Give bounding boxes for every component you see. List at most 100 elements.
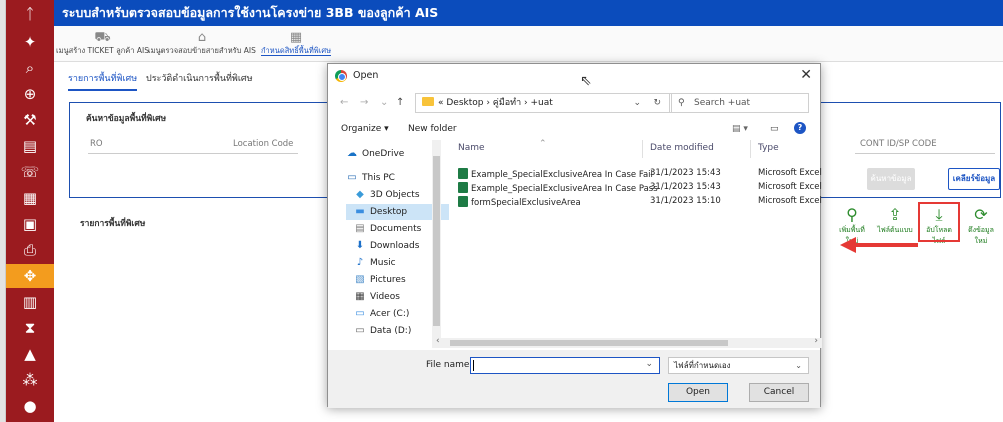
recent-dropdown-icon[interactable]: ⌄ bbox=[380, 97, 388, 108]
location-code-field[interactable]: Location Code bbox=[233, 139, 293, 149]
home-icon: ⌂ bbox=[197, 30, 207, 45]
open-file-dialog: Open ✕ ← → ⌄ ↑ « Desktop › คู่มือทำ › +u… bbox=[327, 63, 822, 408]
view-options-icon[interactable]: ▤ ▾ bbox=[732, 124, 748, 134]
help-icon[interactable]: ? bbox=[794, 122, 806, 134]
file-name: formSpecialExclusiveArea bbox=[471, 198, 581, 208]
template-file-button[interactable]: ⇪ ไฟล์ต้นแบบ bbox=[876, 205, 914, 236]
address-bar[interactable]: « Desktop › คู่มือทำ › +uat ⌄ ↻ bbox=[415, 93, 672, 113]
sidebar-settings-icon[interactable]: ● bbox=[6, 394, 54, 418]
search-button[interactable]: ค้นหาข้อมูล bbox=[867, 168, 915, 190]
desktop-icon: ▬ bbox=[355, 206, 365, 217]
search-icon: ⚲ bbox=[678, 98, 685, 108]
logo-icon[interactable]: ᛏ bbox=[6, 2, 54, 26]
file-row[interactable]: Example_SpecialExclusiveArea In Case Fai… bbox=[442, 167, 822, 181]
address-dropdown-icon[interactable]: ⌄ bbox=[633, 94, 641, 112]
dialog-search-input[interactable]: ⚲ Search +uat bbox=[669, 93, 809, 113]
sidebar-hourglass-icon[interactable]: ⧗ bbox=[6, 316, 54, 340]
area-icon: ▦ bbox=[289, 30, 303, 45]
new-folder-button[interactable]: New folder bbox=[408, 124, 457, 134]
column-separator bbox=[750, 140, 751, 158]
sidebar-building-icon[interactable]: ▲ bbox=[6, 342, 54, 366]
computer-icon: ▭ bbox=[347, 172, 357, 183]
excel-icon bbox=[458, 182, 468, 193]
file-list-scrollbar[interactable]: ‹ › bbox=[432, 336, 822, 348]
cont-id-field[interactable]: CONT ID/SP CODE bbox=[860, 139, 937, 149]
nav-item-3d-objects-label: 3D Objects bbox=[370, 190, 420, 200]
sidebar-archive-icon[interactable]: ▤ bbox=[6, 134, 54, 158]
sidebar-location-search-icon[interactable]: ⊕ bbox=[6, 82, 54, 106]
sidebar-monitor-icon[interactable]: ▥ bbox=[6, 290, 54, 314]
dialog-title: Open bbox=[353, 70, 379, 81]
scroll-left-icon[interactable]: ‹ bbox=[436, 336, 440, 346]
column-header-type[interactable]: Type bbox=[758, 143, 779, 153]
menu-line-check[interactable]: ⌂ เมนูตรวจสอบข้ายสายสำหรับ AIS bbox=[148, 30, 256, 57]
file-type-select[interactable]: ไฟล์ที่กำหนดเอง ⌄ bbox=[668, 357, 809, 374]
refresh-label: ดึงข้อมูลใหม่ bbox=[968, 226, 994, 245]
file-list-scroll-thumb[interactable] bbox=[450, 340, 728, 346]
close-icon[interactable]: ✕ bbox=[800, 67, 812, 83]
nav-pane-scrollbar[interactable] bbox=[432, 140, 441, 340]
open-button[interactable]: Open bbox=[668, 383, 728, 402]
nav-item-this-pc-label: This PC bbox=[362, 173, 395, 183]
menu-special-area[interactable]: ▦ กำหนดสิทธิ์พื้นที่พิเศษ bbox=[261, 30, 332, 57]
file-name-label: File name: bbox=[426, 360, 473, 370]
preview-pane-icon[interactable]: ▭ bbox=[770, 124, 779, 134]
file-list: Name ⌃ Date modified Type Example_Specia… bbox=[442, 139, 822, 340]
sidebar-tools-icon[interactable]: ⚒ bbox=[6, 108, 54, 132]
drive-icon: ▭ bbox=[355, 308, 365, 319]
red-arrow-icon bbox=[840, 237, 918, 253]
file-name-dropdown-icon[interactable]: ⌄ bbox=[645, 359, 653, 369]
tab-special-area-list[interactable]: รายการพื้นที่พิเศษ bbox=[68, 71, 138, 91]
cube-icon: ◆ bbox=[356, 189, 364, 200]
organize-menu[interactable]: Organize ▾ bbox=[341, 124, 389, 134]
column-header-date[interactable]: Date modified bbox=[650, 143, 714, 153]
menu-ticket-label: เมนูสร้าง TICKET ลูกค้า AIS bbox=[56, 46, 150, 55]
scroll-right-icon[interactable]: › bbox=[814, 336, 818, 346]
navigation-pane: ☁ OneDrive ▭ This PC ◆ 3D Objects ▬ Desktop … bbox=[328, 140, 449, 348]
sidebar-report-icon[interactable]: ▦ bbox=[6, 186, 54, 210]
sidebar-network-icon[interactable]: ⁂ bbox=[6, 368, 54, 392]
sidebar-print-icon[interactable]: ⎙ bbox=[6, 238, 54, 262]
sidebar-search-icon[interactable]: ⌕ bbox=[6, 56, 54, 80]
up-icon[interactable]: ↑ bbox=[396, 97, 404, 108]
file-date: 31/1/2023 15:10 bbox=[650, 196, 721, 206]
menu-special-area-label: กำหนดสิทธิ์พื้นที่พิเศษ bbox=[261, 46, 332, 56]
sidebar-special-area-icon[interactable]: ✥ bbox=[6, 264, 54, 288]
file-row[interactable]: formSpecialExclusiveArea 31/1/2023 15:10… bbox=[442, 195, 822, 209]
dialog-bottom-bar: File name: ⌄ ไฟล์ที่กำหนดเอง ⌄ Open Canc… bbox=[328, 350, 820, 408]
nav-item-onedrive-label: OneDrive bbox=[362, 149, 405, 159]
dialog-title-bar: Open ✕ bbox=[328, 64, 820, 88]
search-panel-title: ค้นหาข้อมูลพื้นที่พิเศษ bbox=[86, 114, 167, 124]
sidebar-document-icon[interactable]: ▣ bbox=[6, 212, 54, 236]
tab-special-area-history[interactable]: ประวัติดำเนินการพื้นที่พิเศษ bbox=[146, 71, 253, 85]
drive-icon: ▭ bbox=[355, 325, 365, 336]
sidebar-ticket-icon[interactable]: ✦ bbox=[6, 30, 54, 54]
refresh-path-icon[interactable]: ↻ bbox=[653, 94, 661, 112]
file-name: Example_SpecialExclusiveArea In Case Pas… bbox=[471, 184, 658, 194]
forward-icon[interactable]: → bbox=[360, 97, 368, 108]
document-icon: ▤ bbox=[355, 223, 365, 234]
ro-field[interactable]: RO bbox=[90, 139, 103, 149]
folder-icon bbox=[422, 97, 434, 106]
refresh-button[interactable]: ⟳ ดึงข้อมูลใหม่ bbox=[962, 205, 1000, 247]
nav-item-downloads-label: Downloads bbox=[370, 241, 420, 251]
file-name-input[interactable]: ⌄ bbox=[470, 357, 660, 374]
nav-item-music-label: Music bbox=[370, 258, 396, 268]
chevron-down-icon: ⌄ bbox=[795, 361, 802, 370]
cancel-button[interactable]: Cancel bbox=[749, 383, 809, 402]
column-header-name[interactable]: Name bbox=[458, 143, 485, 153]
list-title: รายการพื้นที่พิเศษ bbox=[80, 219, 146, 229]
nav-pane-scroll-thumb[interactable] bbox=[433, 156, 440, 326]
menu-ticket[interactable]: ⛟ เมนูสร้าง TICKET ลูกค้า AIS bbox=[56, 30, 149, 57]
sidebar-support-icon[interactable]: ☏ bbox=[6, 160, 54, 184]
file-type: Microsoft Excel bbox=[758, 182, 822, 192]
upload-highlight-box bbox=[918, 202, 960, 242]
excel-icon bbox=[458, 168, 468, 179]
ro-field-underline bbox=[88, 153, 298, 154]
clear-button[interactable]: เคลียร์ข้อมูล bbox=[948, 168, 1000, 190]
back-icon[interactable]: ← bbox=[340, 97, 348, 108]
file-row[interactable]: Example_SpecialExclusiveArea In Case Pas… bbox=[442, 181, 822, 195]
text-cursor bbox=[473, 360, 474, 371]
nav-item-drive-d-label: Data (D:) bbox=[370, 326, 412, 336]
picture-icon: ▧ bbox=[355, 274, 365, 285]
